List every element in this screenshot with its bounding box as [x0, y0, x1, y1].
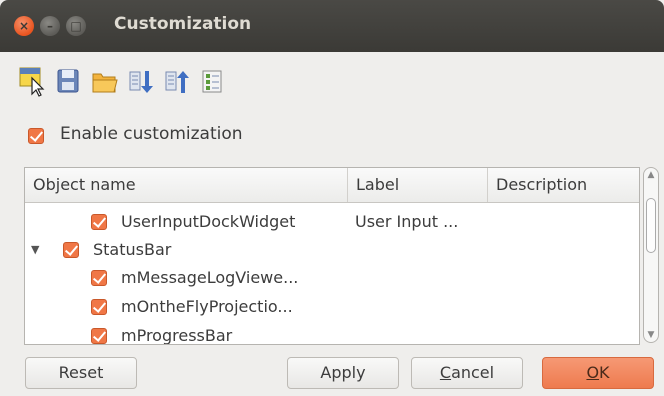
collapse-all-button[interactable] [162, 64, 192, 98]
window-close-button[interactable]: × [14, 16, 34, 36]
checkbox-checked-icon[interactable] [63, 242, 79, 258]
save-button[interactable] [54, 64, 84, 98]
row-object-name: UserInputDockWidget [121, 212, 296, 231]
window-minimize-button[interactable]: – [40, 16, 60, 36]
ok-button[interactable]: OK [542, 357, 654, 389]
checkbox-checked-icon[interactable] [91, 328, 107, 344]
tree-row[interactable]: mOntheFlyProjectio... [25, 291, 639, 323]
tree-row[interactable]: mMessageLogViewe... [25, 262, 639, 294]
row-object-name: StatusBar [93, 240, 172, 259]
close-icon: × [18, 19, 30, 33]
minimize-icon: – [47, 19, 53, 33]
open-button[interactable] [90, 64, 120, 98]
row-object-name: mMessageLogViewe... [121, 268, 299, 287]
row-object-name: mOntheFlyProjectio... [121, 297, 293, 316]
row-label: User Input ... [355, 212, 459, 231]
open-folder-icon [92, 73, 118, 93]
cancel-label-rest: ancel [451, 363, 495, 382]
customization-tree[interactable]: Object name Label Description UserInputD… [24, 167, 640, 345]
catch-widget-icon [19, 67, 45, 97]
checkbox-checked-icon[interactable] [91, 270, 107, 286]
tree-row[interactable]: mProgressBar [25, 320, 639, 345]
window-title: Customization [114, 14, 252, 34]
ok-label-rest: K [599, 363, 610, 382]
apply-button[interactable]: Apply [287, 357, 399, 389]
collapse-all-icon [165, 71, 189, 93]
column-label[interactable]: Label [347, 168, 487, 202]
reset-button[interactable]: Reset [25, 357, 137, 389]
title-bar: × – □ Customization [0, 0, 664, 52]
enable-customization-label: Enable customization [60, 124, 243, 144]
column-description[interactable]: Description [487, 168, 639, 202]
maximize-icon: □ [70, 19, 82, 33]
scrollbar-thumb[interactable] [646, 198, 656, 253]
checkbox-checked-icon[interactable] [91, 214, 107, 230]
expanded-arrow-icon[interactable]: ▼ [31, 243, 39, 256]
cancel-button[interactable]: Cancel [411, 357, 523, 389]
expand-all-button[interactable] [126, 64, 156, 98]
catch-widget-button[interactable] [18, 64, 48, 98]
window-maximize-button[interactable]: □ [66, 16, 86, 36]
vertical-scrollbar[interactable]: ▲ ▼ [643, 167, 659, 343]
ok-mnemonic: O [586, 363, 600, 382]
checkbox-checked-icon[interactable] [91, 299, 107, 315]
column-object-name[interactable]: Object name [25, 168, 347, 202]
scroll-up-icon[interactable]: ▲ [644, 170, 658, 180]
scroll-down-icon[interactable]: ▼ [644, 330, 658, 340]
cancel-mnemonic: C [439, 363, 452, 382]
save-icon [57, 69, 79, 93]
checkbox-checked-icon [28, 128, 44, 144]
select-all-icon [202, 70, 222, 93]
row-object-name: mProgressBar [121, 326, 233, 345]
select-all-button[interactable] [198, 64, 228, 98]
tree-header: Object name Label Description [25, 168, 639, 203]
expand-all-icon [129, 71, 153, 93]
